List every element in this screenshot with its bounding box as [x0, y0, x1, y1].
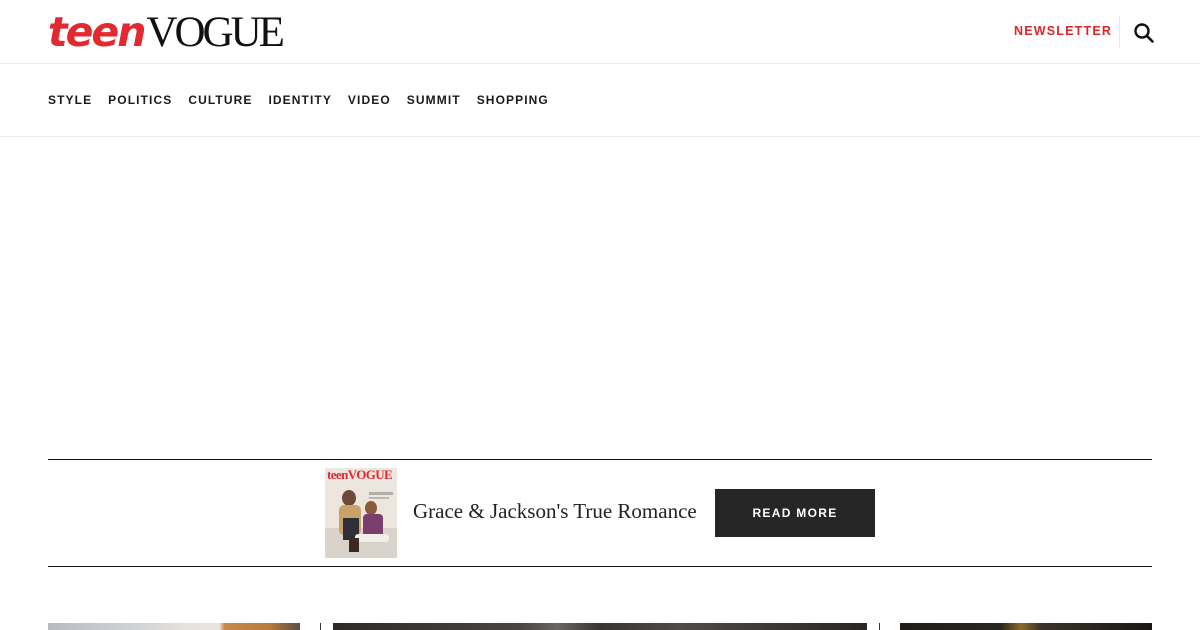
nav-item-style[interactable]: STYLE — [48, 93, 92, 107]
logo-teen-wordmark: teen — [48, 8, 146, 56]
header-divider — [1119, 16, 1120, 48]
magazine-cover-image[interactable]: teenVOGUE — [325, 468, 397, 558]
logo-vogue-wordmark: VOGUE — [146, 9, 284, 56]
search-button[interactable] — [1133, 22, 1155, 44]
article-thumbnail[interactable] — [900, 623, 1152, 630]
nav-item-shopping[interactable]: SHOPPING — [477, 93, 549, 107]
search-icon — [1134, 23, 1154, 43]
nav-item-culture[interactable]: CULTURE — [188, 93, 252, 107]
nav-items: STYLE POLITICS CULTURE IDENTITY VIDEO SU… — [48, 93, 549, 107]
newsletter-link[interactable]: NEWSLETTER — [1014, 24, 1112, 38]
nav-item-video[interactable]: VIDEO — [348, 93, 391, 107]
main-nav: STYLE POLITICS CULTURE IDENTITY VIDEO SU… — [0, 64, 1200, 137]
promo-headline[interactable]: Grace & Jackson's True Romance — [413, 499, 697, 524]
article-thumbnail[interactable] — [333, 623, 867, 630]
nav-item-politics[interactable]: POLITICS — [108, 93, 172, 107]
article-thumbnail[interactable] — [48, 623, 300, 630]
site-logo[interactable]: teen VOGUE — [48, 8, 285, 56]
read-more-button[interactable]: READ MORE — [715, 489, 875, 537]
site-header: teen VOGUE NEWSLETTER — [0, 0, 1200, 64]
nav-item-summit[interactable]: SUMMIT — [407, 93, 461, 107]
teaser-divider — [320, 623, 321, 630]
nav-item-identity[interactable]: IDENTITY — [268, 93, 331, 107]
cover-logo: teenVOGUE — [327, 468, 393, 482]
magazine-promo-banner: teenVOGUE Grace & Jackson's True Romance… — [48, 459, 1152, 567]
teaser-divider — [879, 623, 880, 630]
